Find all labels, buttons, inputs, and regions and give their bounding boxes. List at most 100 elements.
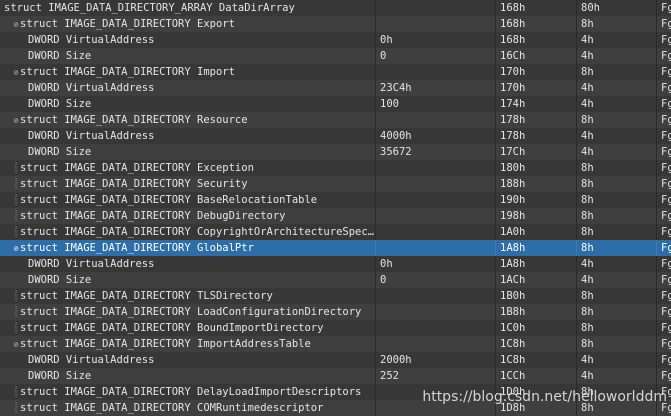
name-label: DWORD Size: [28, 146, 92, 158]
tree-guide-icon[interactable]: ┆: [12, 400, 20, 416]
tree-row[interactable]: ⊘ struct IMAGE_DATA_DIRECTORY Import 170h 8…: [0, 64, 671, 80]
start-cell: 1B8h: [497, 304, 577, 320]
tree-row[interactable]: ┆struct IMAGE_DATA_DIRECTORY BoundImport…: [0, 320, 671, 336]
tree-row[interactable]: struct IMAGE_DATA_DIRECTORY_ARRAY DataDi…: [0, 0, 671, 16]
name-cell: ┆struct IMAGE_DATA_DIRECTORY LoadConfigu…: [0, 304, 376, 320]
value-cell: 252: [377, 368, 496, 384]
start-cell: 17Ch: [497, 144, 577, 160]
tree-row[interactable]: DWORD VirtualAddress 4000h 178h 4h Fg: [0, 128, 671, 144]
start-cell: 168h: [497, 32, 577, 48]
color-cell: Fg: [661, 322, 671, 334]
size-cell: 8h: [578, 160, 657, 176]
tree-row[interactable]: ┆struct IMAGE_DATA_DIRECTORY DebugDirect…: [0, 208, 671, 224]
name-cell: DWORD Size: [0, 144, 376, 160]
name-label: struct IMAGE_DATA_DIRECTORY DebugDirecto…: [20, 210, 286, 222]
size-cell: 8h: [578, 224, 657, 240]
color-cell: Fg: [661, 50, 671, 62]
tree-row[interactable]: ┆struct IMAGE_DATA_DIRECTORY BaseRelocat…: [0, 192, 671, 208]
tree-row[interactable]: ┆struct IMAGE_DATA_DIRECTORY LoadConfigu…: [0, 304, 671, 320]
name-label: struct IMAGE_DATA_DIRECTORY COMRuntimede…: [20, 402, 324, 414]
tree-guide-icon[interactable]: ┆: [12, 208, 20, 224]
tree-guide-icon[interactable]: ┆: [12, 384, 20, 400]
name-cell: ┆struct IMAGE_DATA_DIRECTORY Exception: [0, 160, 376, 176]
name-cell: ┆struct IMAGE_DATA_DIRECTORY COMRuntimed…: [0, 400, 376, 416]
tree-row[interactable]: ⊘ struct IMAGE_DATA_DIRECTORY Export 168h 8…: [0, 16, 671, 32]
tree-guide-icon[interactable]: ┆: [12, 176, 20, 192]
value-cell: 0h: [377, 256, 496, 272]
expand-toggle-icon[interactable]: ⊘: [12, 241, 20, 256]
color-cell: Fg: [661, 258, 671, 270]
tree-row[interactable]: ┆struct IMAGE_DATA_DIRECTORY CopyrightOr…: [0, 224, 671, 240]
template-results-tree[interactable]: struct IMAGE_DATA_DIRECTORY_ARRAY DataDi…: [0, 0, 671, 416]
expand-toggle-icon[interactable]: ⊘: [12, 65, 20, 80]
name-cell: ┆struct IMAGE_DATA_DIRECTORY DelayLoadIm…: [0, 384, 376, 400]
value-cell: [377, 112, 496, 128]
color-cell: Fg: [661, 146, 671, 158]
size-cell: 8h: [578, 320, 657, 336]
start-cell: 1A8h: [497, 240, 577, 256]
color-cell: Fg: [661, 114, 671, 126]
start-cell: 190h: [497, 192, 577, 208]
name-label: struct IMAGE_DATA_DIRECTORY BaseRelocati…: [20, 194, 318, 206]
name-label: DWORD VirtualAddress: [28, 130, 155, 142]
color-cell: Fg: [661, 290, 671, 302]
size-cell: 8h: [578, 112, 657, 128]
expand-toggle-icon[interactable]: ⊘: [12, 17, 20, 32]
tree-row[interactable]: ┆struct IMAGE_DATA_DIRECTORY Exception 18…: [0, 160, 671, 176]
size-cell: 4h: [578, 352, 657, 368]
color-cell: Fg: [661, 34, 671, 46]
value-cell: 35672: [377, 144, 496, 160]
tree-row[interactable]: DWORD VirtualAddress 2000h 1C8h 4h Fg: [0, 352, 671, 368]
tree-row[interactable]: DWORD Size 0 1ACh 4h Fg: [0, 272, 671, 288]
name-label: DWORD VirtualAddress: [28, 258, 155, 270]
tree-guide-icon[interactable]: ┆: [12, 304, 20, 320]
size-cell: 4h: [578, 96, 657, 112]
start-cell: 1ACh: [497, 272, 577, 288]
value-cell: [377, 192, 496, 208]
value-cell: [377, 224, 496, 240]
tree-row[interactable]: DWORD Size 35672 17Ch 4h Fg: [0, 144, 671, 160]
tree-guide-icon[interactable]: ┆: [12, 288, 20, 304]
tree-row[interactable]: DWORD Size 252 1CCh 4h Fg: [0, 368, 671, 384]
expand-toggle-icon[interactable]: ⊘: [12, 113, 20, 128]
value-cell: [377, 288, 496, 304]
size-cell: 4h: [578, 128, 657, 144]
tree-row[interactable]: DWORD VirtualAddress 23C4h 170h 4h Fg: [0, 80, 671, 96]
start-cell: 1B0h: [497, 288, 577, 304]
color-cell: Fg: [661, 178, 671, 190]
tree-row[interactable]: ┆struct IMAGE_DATA_DIRECTORY TLSDirector…: [0, 288, 671, 304]
tree-row[interactable]: ⊘ struct IMAGE_DATA_DIRECTORY GlobalPtr 1A…: [0, 240, 671, 256]
value-cell: 4000h: [377, 128, 496, 144]
name-cell: DWORD VirtualAddress: [0, 256, 376, 272]
name-cell: DWORD VirtualAddress: [0, 80, 376, 96]
tree-guide-icon[interactable]: ┆: [12, 192, 20, 208]
tree-row[interactable]: ⊘ struct IMAGE_DATA_DIRECTORY ImportAddre…: [0, 336, 671, 352]
tree-row[interactable]: ┆struct IMAGE_DATA_DIRECTORY Security 188…: [0, 176, 671, 192]
name-label: struct IMAGE_DATA_DIRECTORY ImportAddres…: [20, 338, 311, 350]
color-cell: Fg: [661, 162, 671, 174]
size-cell: 8h: [578, 304, 657, 320]
color-cell: Fg: [661, 370, 671, 382]
tree-row[interactable]: DWORD VirtualAddress 0h 1A8h 4h Fg: [0, 256, 671, 272]
color-cell: Fg: [661, 226, 671, 238]
color-cell: Fg: [661, 210, 671, 222]
name-cell: ┆struct IMAGE_DATA_DIRECTORY Security: [0, 176, 376, 192]
name-cell: ⊘ struct IMAGE_DATA_DIRECTORY Export: [0, 16, 376, 32]
size-cell: 8h: [578, 336, 657, 352]
name-label: struct IMAGE_DATA_DIRECTORY Import: [20, 66, 235, 78]
name-label: struct IMAGE_DATA_DIRECTORY_ARRAY DataDi…: [4, 2, 295, 14]
tree-guide-icon[interactable]: ┆: [12, 320, 20, 336]
tree-guide-icon[interactable]: ┆: [12, 224, 20, 240]
size-cell: 4h: [578, 144, 657, 160]
tree-guide-icon[interactable]: ┆: [12, 160, 20, 176]
start-cell: 168h: [497, 16, 577, 32]
value-cell: [377, 208, 496, 224]
value-cell: [377, 176, 496, 192]
color-cell: Fg: [661, 242, 671, 254]
tree-row[interactable]: DWORD Size 100 174h 4h Fg: [0, 96, 671, 112]
tree-row[interactable]: ⊘ struct IMAGE_DATA_DIRECTORY Resource 178…: [0, 112, 671, 128]
expand-toggle-icon[interactable]: ⊘: [12, 337, 20, 352]
tree-row[interactable]: DWORD VirtualAddress 0h 168h 4h Fg: [0, 32, 671, 48]
tree-row[interactable]: DWORD Size 0 16Ch 4h Fg: [0, 48, 671, 64]
color-cell: Fg: [661, 130, 671, 142]
